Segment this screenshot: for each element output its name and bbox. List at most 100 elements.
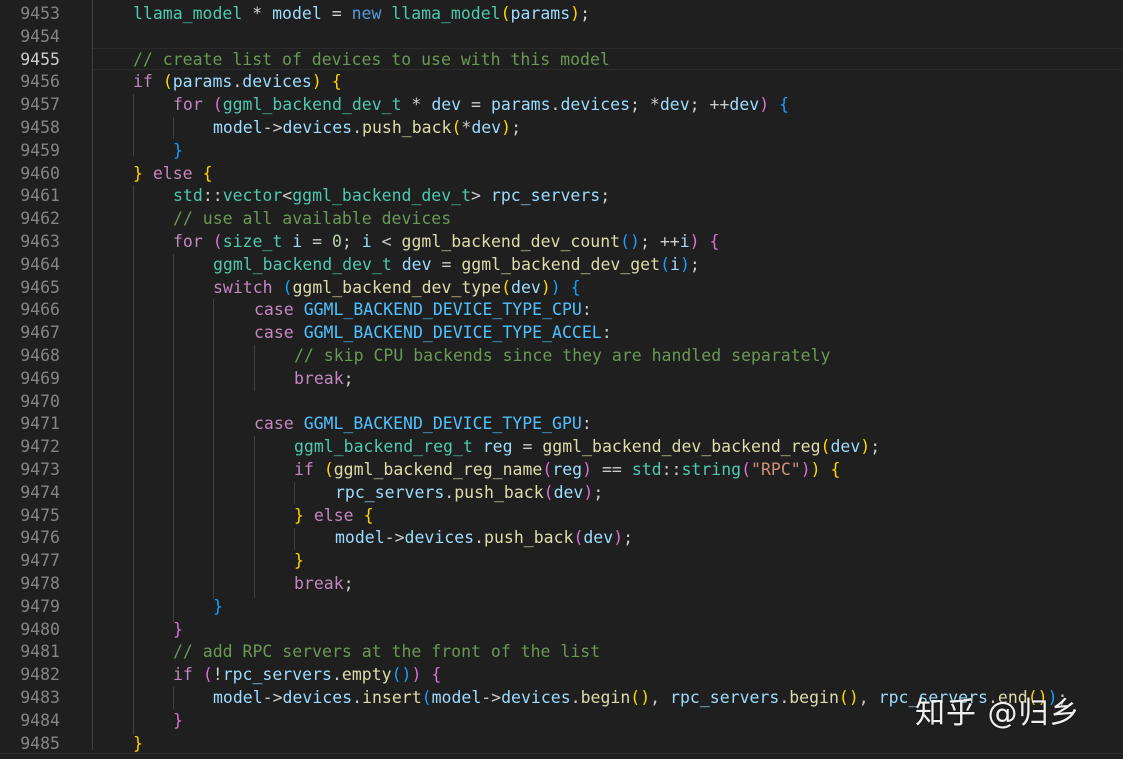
- code-token: i: [292, 232, 303, 251]
- zhihu-watermark: 知乎 @归乡: [915, 696, 1081, 731]
- code-line[interactable]: rpc_servers.push_back(dev);: [335, 482, 603, 505]
- code-token: if: [173, 665, 193, 685]
- line-number: 9459: [20, 140, 60, 160]
- code-token: reg: [552, 460, 583, 479]
- code-token: model: [213, 118, 263, 137]
- code-line[interactable]: } else {: [133, 163, 213, 186]
- code-token: rpc_servers: [222, 665, 332, 685]
- code-token: ggml_backend_dev_backend_reg: [542, 437, 821, 457]
- code-token: case: [254, 300, 294, 320]
- line-number: 9464: [20, 254, 60, 274]
- code-token: devices: [282, 118, 353, 137]
- code-token: model: [431, 688, 482, 707]
- line-number: 9453: [20, 4, 60, 23]
- code-line[interactable]: }: [173, 140, 183, 163]
- code-comment[interactable]: // add RPC servers at the front of the l…: [173, 641, 600, 664]
- line-number-active: 9455: [20, 49, 60, 69]
- code-token: llama_model: [133, 4, 243, 23]
- code-line[interactable]: llama_model * model = new llama_model(pa…: [133, 3, 590, 26]
- line-number: 9461: [20, 186, 60, 206]
- code-line[interactable]: ggml_backend_dev_t dev = ggml_backend_de…: [213, 254, 700, 277]
- code-line[interactable]: model->devices.push_back(*dev);: [213, 117, 521, 140]
- code-token: devices: [404, 528, 475, 548]
- code-line[interactable]: break;: [294, 368, 354, 391]
- line-number: 9481: [20, 642, 60, 662]
- code-token: rpc_servers: [490, 186, 601, 206]
- line-number: 9457: [20, 95, 60, 115]
- code-token: for: [173, 232, 203, 251]
- code-token: ;: [580, 4, 591, 23]
- code-line[interactable]: break;: [294, 573, 354, 596]
- line-number: 9480: [20, 619, 60, 639]
- code-token: switch: [213, 277, 273, 297]
- code-token: else: [152, 163, 193, 183]
- code-line[interactable]: case GGML_BACKEND_DEVICE_TYPE_GPU:: [254, 413, 592, 436]
- code-line[interactable]: }: [133, 733, 143, 756]
- code-token: dev: [401, 254, 432, 274]
- code-token: case: [254, 323, 294, 343]
- code-line[interactable]: if (params.devices) {: [133, 71, 342, 94]
- line-number: 9469: [20, 368, 60, 388]
- code-comment[interactable]: // create list of devices to use with th…: [133, 49, 610, 72]
- code-token: break: [294, 368, 344, 388]
- code-comment[interactable]: // use all available devices: [173, 208, 451, 231]
- code-token: ggml_backend_reg_name: [333, 460, 543, 479]
- code-line[interactable]: }: [294, 550, 304, 573]
- code-token: dev: [583, 528, 614, 548]
- code-token: i: [670, 254, 680, 274]
- code-token: if: [294, 460, 314, 479]
- code-token: params: [172, 72, 233, 92]
- code-token: begin: [789, 688, 839, 707]
- line-number: 9470: [20, 391, 60, 411]
- code-token: dev: [729, 95, 760, 115]
- code-token: size_t: [222, 232, 283, 251]
- code-token: ggml_backend_dev_t: [222, 95, 402, 115]
- code-line[interactable]: std::vector<ggml_backend_dev_t> rpc_serv…: [173, 185, 610, 208]
- code-token: i: [361, 232, 372, 251]
- code-line[interactable]: case GGML_BACKEND_DEVICE_TYPE_ACCEL:: [254, 322, 612, 345]
- code-token: model: [335, 528, 385, 548]
- code-token: empty: [341, 665, 392, 685]
- code-editor[interactable]: 9453 9454 9455 9456 9457 9458 9459 9460 …: [0, 0, 1123, 759]
- code-token: string: [681, 460, 742, 479]
- code-token: reg: [482, 437, 513, 457]
- code-line[interactable]: }: [213, 596, 223, 619]
- code-token: GGML_BACKEND_DEVICE_TYPE_ACCEL: [303, 323, 602, 343]
- line-number: 9454: [20, 26, 60, 46]
- code-line[interactable]: if (ggml_backend_reg_name(reg) == std::s…: [294, 459, 840, 482]
- code-token: llama_model: [391, 4, 501, 23]
- horizontal-scrollbar[interactable]: [0, 753, 1123, 759]
- line-number: 9483: [20, 688, 60, 707]
- line-number: 9484: [20, 710, 60, 730]
- code-text-area[interactable]: llama_model * model = new llama_model(pa…: [92, 0, 1123, 759]
- code-token: dev: [553, 482, 584, 502]
- code-token: ggml_backend_dev_type: [292, 277, 502, 297]
- code-token: push_back: [484, 528, 574, 548]
- line-number: 9465: [20, 277, 60, 297]
- code-token: dev: [431, 95, 462, 115]
- code-line[interactable]: if (!rpc_servers.empty()) {: [173, 664, 441, 687]
- code-line[interactable]: case GGML_BACKEND_DEVICE_TYPE_CPU:: [254, 299, 592, 322]
- code-line[interactable]: ggml_backend_reg_t reg = ggml_backend_de…: [294, 436, 880, 459]
- code-line[interactable]: for (size_t i = 0; i < ggml_backend_dev_…: [173, 231, 719, 254]
- line-number: 9462: [20, 209, 60, 229]
- code-token: devices: [242, 72, 312, 92]
- line-number: 9482: [20, 665, 60, 685]
- code-line[interactable]: } else {: [294, 505, 374, 528]
- line-number: 9463: [20, 232, 60, 251]
- code-token: devices: [560, 95, 631, 115]
- code-token: GGML_BACKEND_DEVICE_TYPE_CPU: [303, 300, 582, 320]
- line-number: 9471: [20, 414, 60, 434]
- code-line[interactable]: }: [173, 619, 183, 642]
- line-number: 9467: [20, 323, 60, 343]
- code-token: break: [294, 574, 344, 593]
- code-token: case: [254, 414, 294, 434]
- code-line[interactable]: switch (ggml_backend_dev_type(dev)) {: [213, 277, 581, 300]
- code-token: new: [351, 4, 382, 23]
- code-comment[interactable]: // skip CPU backends since they are hand…: [294, 345, 830, 368]
- code-line[interactable]: }: [173, 710, 183, 733]
- code-line[interactable]: for (ggml_backend_dev_t * dev = params.d…: [173, 94, 789, 117]
- code-token: devices: [501, 688, 571, 707]
- code-token: ggml_backend_dev_t: [213, 254, 392, 274]
- code-line[interactable]: model->devices.push_back(dev);: [335, 527, 633, 550]
